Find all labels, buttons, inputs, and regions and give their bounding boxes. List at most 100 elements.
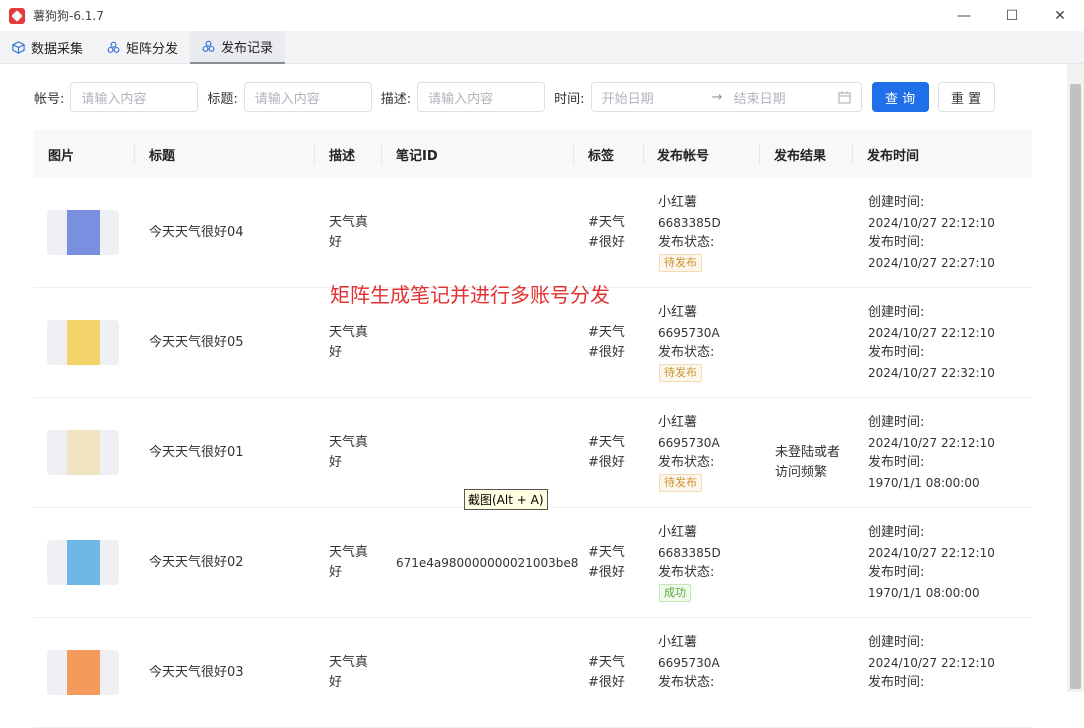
row-tag-2: #很好 [588, 235, 625, 250]
row-title: 今天天气很好02 [149, 555, 244, 570]
query-button[interactable]: 查 询 [871, 82, 929, 112]
thumbnail[interactable] [47, 320, 119, 365]
header-title: 标题 [149, 148, 176, 164]
note-cover-image [67, 430, 100, 475]
row-platform: 小红薯 [658, 195, 698, 210]
row-tag-1: #天气 [588, 325, 625, 340]
thumbnail[interactable] [47, 540, 119, 585]
row-tag-1: #天气 [588, 435, 625, 450]
window-title: 薯狗狗-6.1.7 [33, 9, 104, 23]
row-desc-line2: 好 [329, 455, 343, 470]
desc-label: 描述: [380, 91, 412, 107]
status-badge: 成功 [659, 584, 691, 602]
app-logo-icon [9, 7, 25, 24]
row-tag-1: #天气 [588, 215, 625, 230]
row-platform: 小红薯 [658, 415, 698, 430]
thumbnail[interactable] [47, 650, 119, 695]
table-body: 今天天气很好04 天气真好 #天气 #很好 小红薯 6683385D 发布状态: 待发布 创建时… [33, 178, 1032, 728]
note-cover-image [67, 320, 100, 365]
date-range-picker[interactable]: 开始日期 → 结束日期 [590, 82, 862, 112]
scrollbar-thumb[interactable] [1070, 84, 1081, 689]
header-account: 发布帐号 [657, 148, 710, 164]
row-account: 6695730A [658, 326, 720, 340]
account-input[interactable]: 请输入内容 [70, 82, 199, 112]
vertical-scrollbar[interactable] [1067, 64, 1084, 692]
maximize-button[interactable]: ☐ [988, 0, 1036, 31]
header-divider [314, 144, 315, 164]
minimize-button[interactable]: — [940, 0, 988, 31]
header-divider [381, 144, 382, 164]
filter-bar: 帐号: 请输入内容 标题: 请输入内容 描述: 请输入内容 时间: 开始日期 →… [0, 82, 1066, 112]
row-desc-line1: 天气真 [329, 215, 369, 230]
header-desc: 描述 [329, 148, 356, 164]
calendar-icon [838, 91, 851, 104]
end-date-input[interactable]: 结束日期 [734, 88, 786, 107]
tab-matrix-distribution[interactable]: 矩阵分发 [95, 31, 190, 64]
table-row[interactable]: 今天天气很好03 天气真好 #天气 #很好 小红薯 6695730A 发布状态: 创建时间: 2… [33, 618, 1032, 728]
row-title: 今天天气很好01 [149, 445, 244, 460]
reset-button[interactable]: 重 置 [937, 82, 995, 112]
row-tag-1: #天气 [588, 545, 625, 560]
row-status-label: 发布状态: [658, 345, 715, 360]
thumbnail[interactable] [47, 430, 119, 475]
start-date-input[interactable]: 开始日期 [602, 88, 654, 107]
table-row[interactable]: 今天天气很好04 天气真好 #天气 #很好 小红薯 6683385D 发布状态: 待发布 创建时… [33, 178, 1032, 288]
row-tag-2: #很好 [588, 565, 625, 580]
header-result: 发布结果 [774, 148, 827, 164]
header-note-id: 笔记ID [396, 148, 438, 164]
header-image: 图片 [48, 148, 75, 164]
tab-data-collection[interactable]: 数据采集 [0, 31, 95, 64]
records-table: 图片 标题 描述 笔记ID 标签 发布帐号 发布结果 发布时间 今天天气很好04… [33, 130, 1032, 728]
header-divider [643, 144, 644, 164]
tab-bar: 数据采集 矩阵分发 发布记录 [0, 31, 1084, 64]
desc-input[interactable]: 请输入内容 [417, 82, 546, 112]
row-note-id: 671e4a980000000021003be8 [396, 556, 579, 570]
header-publish-time: 发布时间 [867, 148, 920, 164]
header-divider [852, 144, 853, 164]
note-cover-image [67, 650, 100, 695]
row-created-time: 2024/10/27 22:12:10 [868, 656, 995, 670]
tab-publish-records[interactable]: 发布记录 [190, 31, 286, 64]
row-created-time: 2024/10/27 22:12:10 [868, 436, 995, 450]
annotation-overlay: 矩阵生成笔记并进行多账号分发 [330, 283, 610, 307]
row-account: 6695730A [658, 656, 720, 670]
row-desc-line2: 好 [329, 565, 343, 580]
thumbnail[interactable] [47, 210, 119, 255]
close-button[interactable]: ✕ [1036, 0, 1084, 31]
note-cover-image [67, 540, 100, 585]
row-account: 6695730A [658, 436, 720, 450]
row-desc-line1: 天气真 [329, 545, 369, 560]
status-badge: 待发布 [659, 364, 702, 382]
row-title: 今天天气很好04 [149, 225, 244, 240]
row-published-label: 发布时间: [868, 455, 925, 470]
title-input[interactable]: 请输入内容 [243, 82, 372, 112]
row-result-line1: 未登陆或者 [775, 445, 841, 460]
row-tag-2: #很好 [588, 345, 625, 360]
row-desc-line2: 好 [329, 345, 343, 360]
row-status-label: 发布状态: [658, 455, 715, 470]
header-divider [759, 144, 760, 164]
row-desc-line1: 天气真 [329, 655, 369, 670]
row-desc-line1: 天气真 [329, 435, 369, 450]
status-badge: 待发布 [659, 474, 702, 492]
time-label: 时间: [554, 91, 585, 107]
row-tag-2: #很好 [588, 455, 625, 470]
row-published-time: 2024/10/27 22:27:10 [868, 256, 995, 270]
header-tags: 标签 [588, 148, 615, 164]
row-created-label: 创建时间: [868, 525, 925, 540]
table-row[interactable]: 今天天气很好02 天气真好 671e4a980000000021003be8 #天气 #… [33, 508, 1032, 618]
row-title: 今天天气很好05 [149, 335, 244, 350]
row-desc-line1: 天气真 [329, 325, 369, 340]
account-label: 帐号: [34, 91, 65, 107]
row-desc-line2: 好 [329, 235, 343, 250]
row-account: 6683385D [658, 546, 721, 560]
row-created-time: 2024/10/27 22:12:10 [868, 216, 995, 230]
row-tag-1: #天气 [588, 655, 625, 670]
tab-label: 发布记录 [221, 41, 274, 56]
row-platform: 小红薯 [658, 525, 698, 540]
range-arrow-icon: → [711, 89, 723, 105]
header-divider [134, 144, 135, 164]
row-status-label: 发布状态: [658, 565, 715, 580]
row-platform: 小红薯 [658, 305, 698, 320]
cluster-icon [107, 41, 120, 53]
